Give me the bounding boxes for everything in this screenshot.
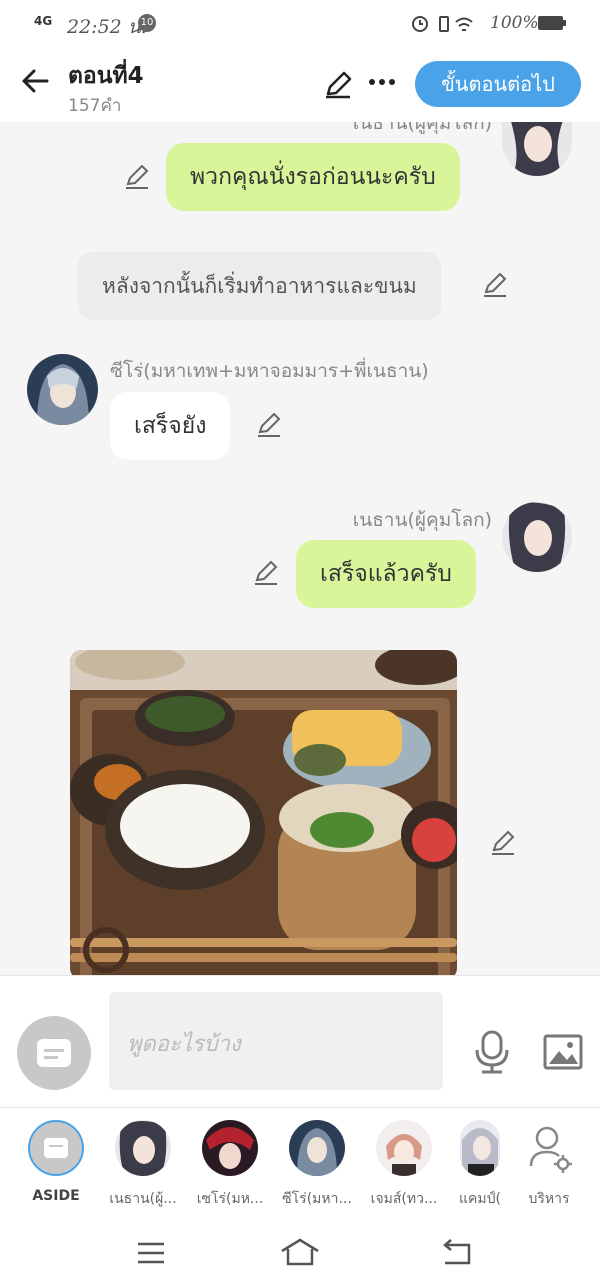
composer: พูดอะไรบ้าง — [0, 975, 600, 1108]
character-avatar — [289, 1120, 345, 1176]
character-avatar — [115, 1120, 171, 1176]
network-signal: 4G — [34, 14, 53, 28]
edit-message-icon[interactable] — [124, 164, 150, 190]
status-bar: 4G 22:52 น. 10 100% — [0, 0, 600, 50]
edit-message-icon[interactable] — [256, 412, 282, 438]
character-avatar — [376, 1120, 432, 1176]
status-icons — [412, 16, 473, 32]
character-zero-red[interactable]: เซโร่(มห... — [195, 1120, 265, 1210]
character-avatar — [460, 1120, 500, 1176]
word-count: 157คำ — [68, 96, 122, 116]
back-arrow-icon[interactable] — [20, 66, 50, 96]
edit-message-icon[interactable] — [253, 560, 279, 586]
chat-area[interactable]: เนธาน(ผู้คุมโลก) พวกคุณนั่งรอก่อนนะครับ … — [0, 122, 600, 975]
user-settings-icon — [529, 1126, 572, 1173]
message-input[interactable]: พูดอะไรบ้าง — [109, 992, 443, 1090]
character-label: เซโร่(มห... — [196, 1191, 264, 1207]
character-label: ซีโร่(มหา... — [282, 1191, 352, 1207]
character-avatar — [202, 1120, 258, 1176]
character-label: เนธาน(ผู้... — [109, 1191, 177, 1207]
character-nethan[interactable]: เนธาน(ผู้... — [108, 1120, 178, 1210]
message-bubble-other[interactable]: เสร็จยัง — [110, 392, 231, 460]
battery-percent: 100% — [490, 13, 539, 33]
character-zero[interactable]: ซีโร่(มหา... — [282, 1120, 352, 1210]
message-bubble-mine[interactable]: พวกคุณนั่งรอก่อนนะครับ — [166, 143, 460, 211]
character-label: แคมป์( — [459, 1191, 501, 1207]
system-nav-bar — [0, 1219, 600, 1287]
edit-message-icon[interactable] — [482, 272, 508, 298]
character-aside[interactable]: ASIDE — [21, 1120, 91, 1204]
home-icon[interactable] — [280, 1237, 320, 1267]
app-header: ตอนที่4 157คำ ขั้นตอนต่อไป — [0, 50, 600, 122]
aside-avatar — [28, 1120, 84, 1176]
character-james[interactable]: เจมส์(ทว... — [369, 1120, 439, 1210]
more-options-icon[interactable] — [368, 78, 396, 86]
speaker-name: ซีโร่(มหาเทพ+มหาจอมมาร+พี่เนธาน) — [110, 360, 429, 382]
speaker-name: เนธาน(ผู้คุมโลก) — [352, 122, 492, 134]
edit-message-icon[interactable] — [490, 830, 516, 856]
next-step-button[interactable]: ขั้นตอนต่อไป — [415, 61, 581, 107]
page-title: ตอนที่4 — [68, 63, 144, 89]
message-bubble-mine[interactable]: เสร็จแล้วครับ — [296, 540, 476, 608]
avatar-nethan[interactable] — [502, 502, 572, 572]
character-label: เจมส์(ทว... — [370, 1191, 438, 1207]
character-label: ASIDE — [32, 1188, 80, 1204]
notification-badge: 10 — [138, 14, 156, 32]
back-nav-icon[interactable] — [441, 1239, 473, 1267]
edit-title-icon[interactable] — [323, 70, 353, 100]
input-placeholder: พูดอะไรบ้าง — [127, 1032, 241, 1057]
speaker-name: เนธาน(ผู้คุมโลก) — [352, 509, 492, 531]
food-photo[interactable] — [70, 650, 457, 975]
character-selector: ASIDE เนธาน(ผู้... เซโร่(มห... ซีโร่(มหา… — [0, 1107, 600, 1220]
image-upload-icon[interactable] — [543, 1034, 583, 1070]
aside-toggle-button[interactable] — [17, 1016, 91, 1090]
character-camp[interactable]: แคมป์( — [445, 1120, 515, 1210]
avatar-nethan[interactable] — [502, 122, 572, 176]
status-time: 22:52 น. — [67, 16, 147, 38]
battery-icon — [538, 16, 566, 30]
character-label: บริหาร — [528, 1191, 570, 1207]
microphone-icon[interactable] — [474, 1030, 510, 1074]
manage-characters-button[interactable]: บริหาร — [514, 1120, 584, 1210]
narration-bubble[interactable]: หลังจากนั้นก็เริ่มทำอาหารและขนม — [78, 252, 441, 320]
menu-icon[interactable] — [136, 1241, 166, 1265]
avatar-zero[interactable] — [27, 354, 98, 425]
